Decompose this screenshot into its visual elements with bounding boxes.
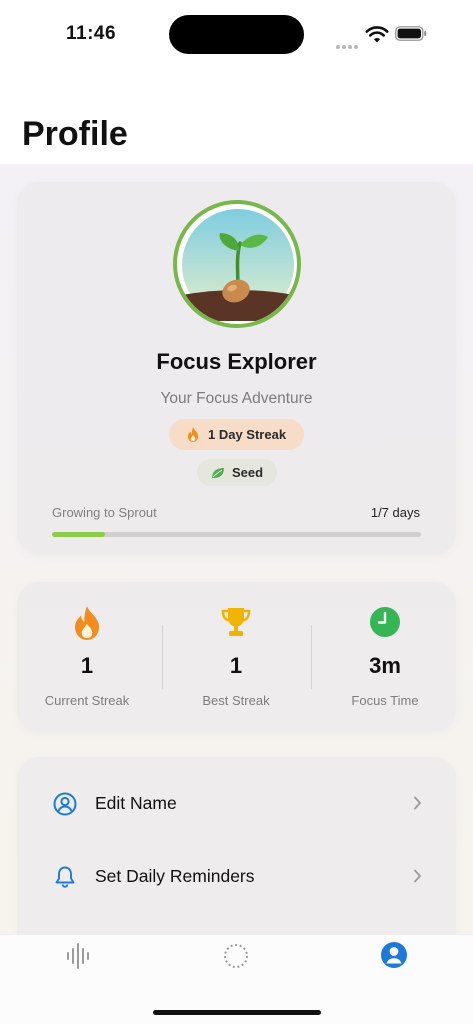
profile-subtitle: Your Focus Adventure bbox=[160, 390, 313, 407]
menu-item-label: Set Daily Reminders bbox=[95, 866, 255, 886]
streak-badge: 1 Day Streak bbox=[169, 419, 304, 450]
person-circle-icon bbox=[53, 792, 77, 816]
level-badge-label: Seed bbox=[232, 465, 264, 480]
cellular-signal-icon bbox=[336, 36, 360, 49]
seedling-illustration-icon bbox=[182, 209, 294, 321]
status-bar: 11:46 bbox=[0, 0, 473, 60]
dynamic-island bbox=[169, 15, 304, 54]
status-time: 11:46 bbox=[66, 23, 117, 44]
daily-reminders-button[interactable]: Set Daily Reminders bbox=[17, 849, 456, 905]
progress-value: 1/7 days bbox=[370, 505, 420, 520]
page-title: Profile bbox=[22, 115, 128, 153]
person-icon bbox=[381, 942, 407, 968]
leaf-icon bbox=[212, 468, 224, 478]
flame-icon bbox=[188, 427, 198, 442]
stat-label: Focus Time bbox=[351, 693, 419, 708]
battery-icon bbox=[395, 26, 427, 41]
trophy-icon bbox=[221, 608, 251, 636]
profile-name: Focus Explorer bbox=[156, 349, 317, 374]
tab-profile[interactable] bbox=[374, 940, 414, 974]
stat-label: Current Streak bbox=[44, 693, 130, 708]
chevron-right-icon bbox=[414, 869, 421, 883]
progress-bar bbox=[52, 532, 421, 537]
chevron-right-icon bbox=[414, 796, 421, 810]
progress-label: Growing to Sprout bbox=[52, 505, 157, 520]
bell-icon bbox=[55, 866, 75, 888]
stat-value: 3m bbox=[369, 653, 401, 678]
progress-fill bbox=[52, 532, 105, 537]
stat-focus-time: 3m Focus Time bbox=[312, 600, 458, 715]
edit-name-button[interactable]: Edit Name bbox=[17, 776, 456, 832]
level-badge: Seed bbox=[197, 459, 277, 486]
flame-icon bbox=[75, 606, 99, 640]
stat-current-streak: 1 Current Streak bbox=[14, 600, 160, 715]
tab-sound[interactable] bbox=[59, 940, 99, 974]
avatar bbox=[173, 200, 301, 328]
dotted-circle-icon bbox=[224, 944, 248, 968]
streak-badge-label: 1 Day Streak bbox=[208, 427, 287, 442]
menu-item-label: Edit Name bbox=[95, 793, 177, 813]
stat-value: 1 bbox=[229, 653, 243, 678]
stat-value: 1 bbox=[80, 653, 94, 678]
stat-best-streak: 1 Best Streak bbox=[163, 600, 309, 715]
stat-label: Best Streak bbox=[202, 693, 270, 708]
clock-icon bbox=[370, 607, 400, 637]
waveform-icon bbox=[67, 943, 89, 969]
home-indicator bbox=[153, 1010, 321, 1015]
tab-focus[interactable] bbox=[216, 940, 256, 974]
wifi-icon bbox=[365, 26, 389, 43]
